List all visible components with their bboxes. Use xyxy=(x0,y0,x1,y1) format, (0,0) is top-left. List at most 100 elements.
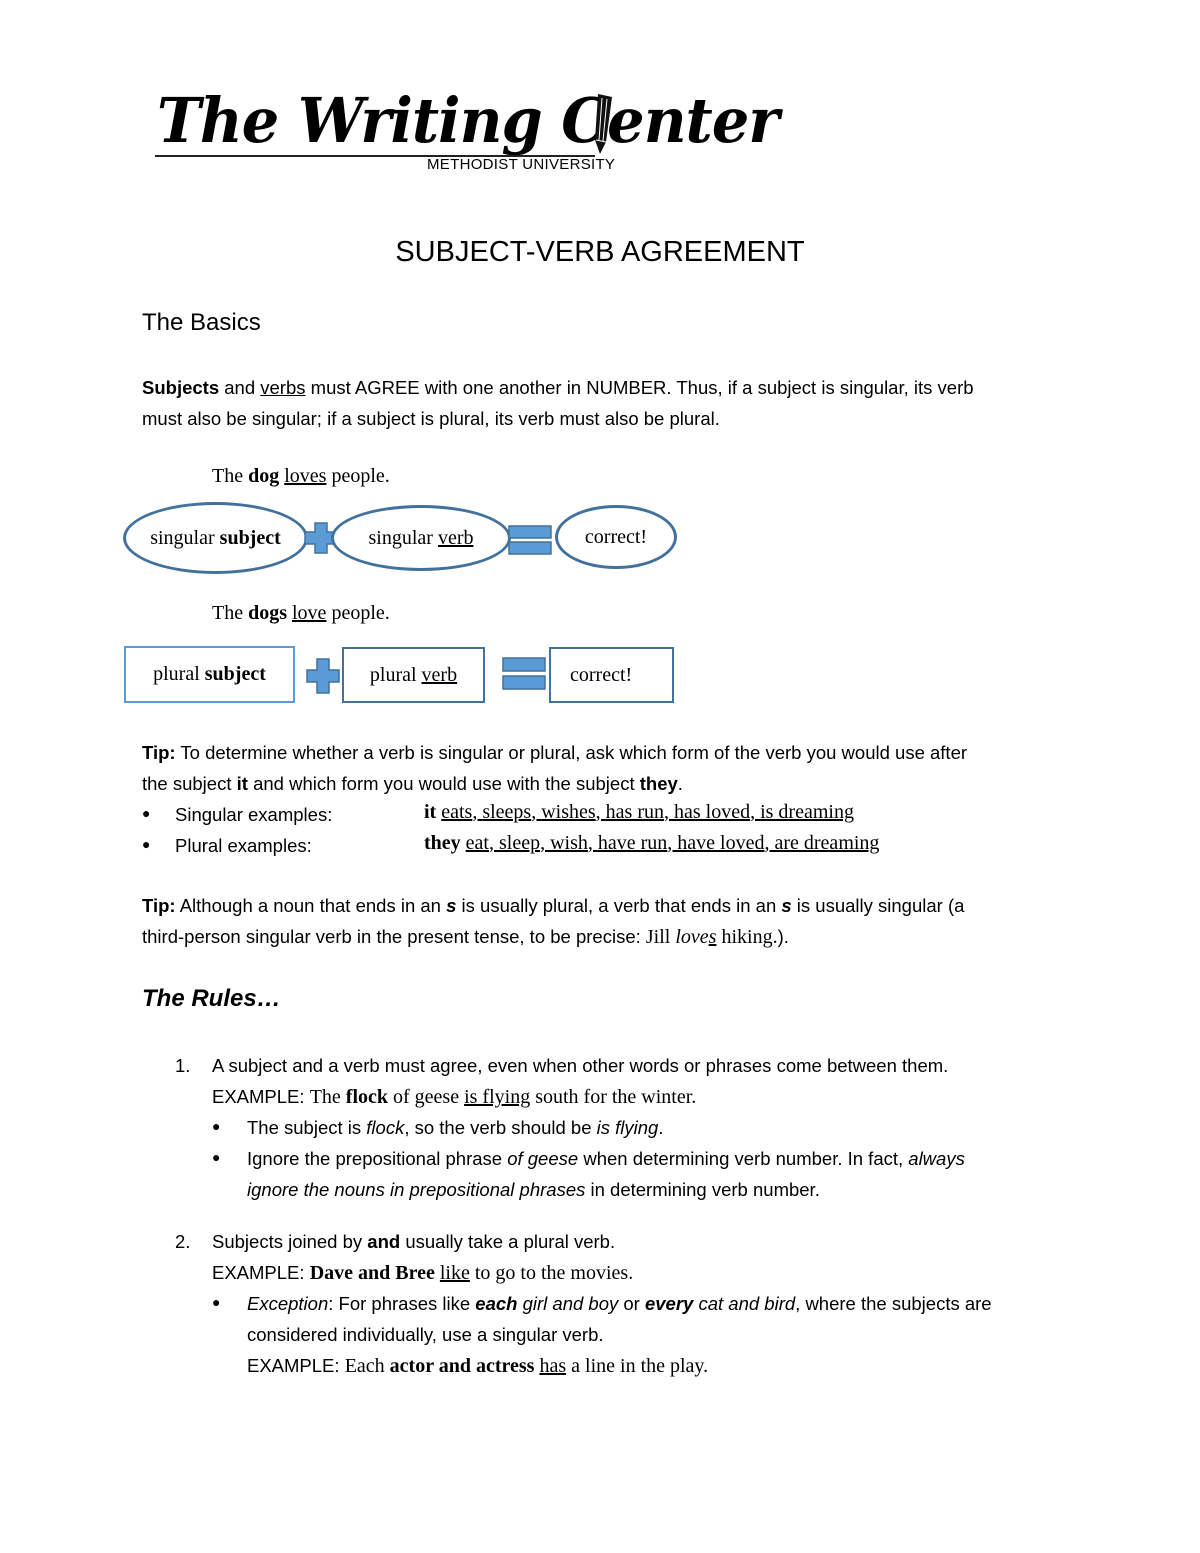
page-title: SUBJECT-VERB AGREEMENT xyxy=(395,236,805,268)
text: , so the verb should be xyxy=(404,1117,597,1138)
text: is usually singular (a xyxy=(791,895,965,916)
rule-1-bullets: ● The subject is flock, so the verb shou… xyxy=(212,1112,1092,1205)
text: verb xyxy=(437,526,474,549)
text: girl and boy xyxy=(517,1293,619,1314)
tip2-line2: third-person singular verb in the presen… xyxy=(142,921,964,953)
rule-number: 2. xyxy=(175,1231,191,1252)
bullet-icon: ● xyxy=(142,836,151,852)
verb-form: has run xyxy=(605,801,664,823)
verb-form: wish xyxy=(550,832,588,854)
text: Jill xyxy=(645,926,676,948)
oval-singular-verb: singular verb xyxy=(331,505,511,571)
text: and which form you would use with the su… xyxy=(247,773,640,794)
logo-subtitle: METHODIST UNIVERSITY xyxy=(427,156,616,173)
equals-icon xyxy=(502,657,546,690)
text: verb xyxy=(421,663,458,686)
text: Although a noun that ends in an xyxy=(175,895,447,916)
example-subject: dogs xyxy=(248,602,287,624)
list-item: ● Plural examples: they eat, sleep, wish… xyxy=(142,830,1042,861)
text: The subject is xyxy=(247,1117,367,1138)
text: ignore the nouns in prepositional phrase… xyxy=(247,1179,586,1200)
text: third-person singular verb in the presen… xyxy=(142,926,646,947)
verb-form: sleeps xyxy=(482,801,532,823)
tip-label: Tip: xyxy=(142,895,176,916)
text: flock xyxy=(345,1086,388,1108)
verb-form: have run xyxy=(597,832,668,854)
section-heading-basics: The Basics xyxy=(142,309,261,336)
text: it xyxy=(424,801,437,823)
text: subject xyxy=(204,663,266,685)
list-item: ● Ignore the prepositional phrase of gee… xyxy=(212,1143,1092,1205)
text: actor and actress xyxy=(389,1355,535,1377)
text: must AGREE with one another in NUMBER. T… xyxy=(305,377,974,398)
text: and xyxy=(219,377,261,398)
verb-form: sleep xyxy=(498,832,541,854)
text: usually take a plural verb. xyxy=(400,1231,616,1252)
term-subjects: Subjects xyxy=(142,377,220,398)
text: when determining verb number. In fact, xyxy=(578,1148,909,1169)
text: a line in the play. xyxy=(566,1355,709,1377)
text: Ignore the prepositional phrase xyxy=(247,1148,508,1169)
text: love xyxy=(675,926,709,948)
text: EXAMPLE: xyxy=(212,1086,310,1107)
rule-2-bullets: ● Exception: For phrases like each girl … xyxy=(212,1288,1112,1381)
text: . xyxy=(677,773,683,794)
text: To determine whether a verb is singular … xyxy=(175,742,968,763)
basics-intro-line1: Subjects and verbs must AGREE with one a… xyxy=(142,372,974,403)
text: the subject xyxy=(142,773,237,794)
tip1-line2: the subject it and which form you would … xyxy=(142,768,967,799)
verb-form: wishes xyxy=(541,801,596,823)
text: it xyxy=(236,773,248,794)
text: is flying xyxy=(596,1117,659,1138)
text: Exception xyxy=(247,1293,329,1314)
tip-label: Tip: xyxy=(142,742,176,763)
rule-2: Subjects joined by and usually take a pl… xyxy=(212,1226,633,1290)
text: or xyxy=(618,1293,645,1314)
box-plural-verb: plural verb xyxy=(342,647,485,703)
verb-form: has loved xyxy=(673,801,751,823)
text: Each xyxy=(344,1355,390,1377)
example-verb: love xyxy=(292,602,327,624)
list-item: ● Exception: For phrases like each girl … xyxy=(212,1288,1112,1381)
text: considered individually, use a singular … xyxy=(247,1324,604,1345)
bullet-label: Plural examples: xyxy=(175,835,312,856)
tip-noun-verb-s: Tip: Although a noun that ends in an s i… xyxy=(142,890,964,953)
text: EXAMPLE: xyxy=(247,1355,345,1376)
text: subject xyxy=(219,526,281,549)
rule-text: A subject and a verb must agree, even wh… xyxy=(212,1055,949,1076)
rule-example: EXAMPLE: Dave and Bree like to go to the… xyxy=(212,1257,633,1290)
text: s xyxy=(446,895,457,916)
text: The xyxy=(309,1086,346,1108)
section-heading-rules: The Rules… xyxy=(142,985,281,1012)
example-verb: loves xyxy=(284,465,327,487)
box-plural-subject: plural subject xyxy=(124,646,295,703)
verb-form: are dreaming xyxy=(774,832,880,854)
pencil-icon xyxy=(595,94,612,154)
text: each xyxy=(475,1293,518,1314)
tip1-bullet-list: ● Singular examples: it eats, sleeps, wi… xyxy=(142,799,1042,861)
bullet-examples: they eat, sleep, wish, have run, have lo… xyxy=(424,832,880,854)
bullet-label: Singular examples: xyxy=(175,804,333,825)
oval-correct: correct! xyxy=(555,505,677,569)
plus-icon xyxy=(306,658,340,694)
text: EXAMPLE: xyxy=(212,1262,310,1283)
term-verbs: verbs xyxy=(260,377,306,398)
text: is flying xyxy=(464,1086,531,1108)
rule-1: A subject and a verb must agree, even wh… xyxy=(212,1050,948,1114)
example-singular: The dog loves people. xyxy=(212,465,390,488)
text: Subjects joined by xyxy=(212,1231,368,1252)
text: and xyxy=(367,1231,401,1252)
rule-number: 1. xyxy=(175,1055,191,1076)
text: ). xyxy=(777,926,789,947)
text: always xyxy=(908,1148,965,1169)
text: flock xyxy=(366,1117,405,1138)
text: south for the winter. xyxy=(530,1086,697,1108)
rule-example: EXAMPLE: The flock of geese is flying so… xyxy=(212,1081,948,1114)
text: they xyxy=(639,773,678,794)
box-correct: correct! xyxy=(549,647,674,703)
bullet-text: The subject is flock, so the verb should… xyxy=(247,1112,664,1143)
list-item: ● The subject is flock, so the verb shou… xyxy=(212,1112,1092,1143)
example-subject: dog xyxy=(248,465,280,487)
bullet-text: Ignore the prepositional phrase of geese… xyxy=(247,1143,965,1205)
text: like xyxy=(439,1262,470,1284)
